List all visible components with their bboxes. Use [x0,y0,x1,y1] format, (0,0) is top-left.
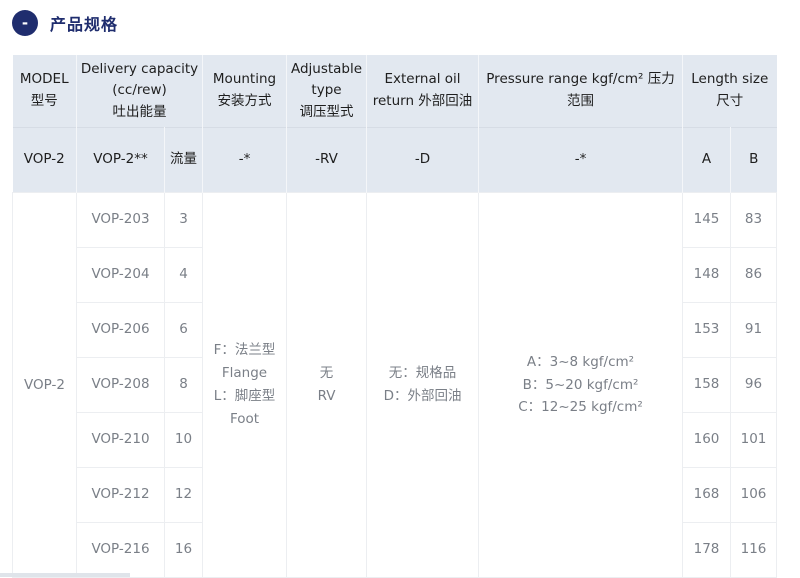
row-length-a: 168 [682,467,732,523]
body-adjustable: 无 RV [286,192,368,578]
row-length-b: 106 [730,467,778,523]
code-model: VOP-2 [12,127,77,193]
section-header: - 产品规格 [12,9,118,37]
row-flow: 6 [163,302,204,358]
row-length-b: 91 [730,302,778,358]
row-flow: 4 [163,247,204,303]
header-mounting: Mounting 安装方式 [202,55,288,128]
body-mounting: F：法兰型 Flange L：脚座型 Foot [202,192,288,578]
code-length-a: A [682,127,732,193]
row-flow: 16 [163,522,204,578]
row-length-a: 178 [682,522,732,578]
row-length-a: 160 [682,412,732,468]
row-code: VOP-210 [76,412,165,468]
code-external: -D [366,127,480,193]
row-length-b: 96 [730,357,778,413]
header-row: MODEL 型号 Delivery capacity (cc/rew) 吐出能量… [12,55,777,128]
spec-table: MODEL 型号 Delivery capacity (cc/rew) 吐出能量… [12,55,778,578]
row-length-b: 101 [730,412,778,468]
body-model: VOP-2 [12,192,77,578]
row-length-a: 158 [682,357,732,413]
row-length-b: 83 [730,192,778,248]
code-mounting: -* [202,127,288,193]
code-length-b: B [730,127,777,193]
row-flow: 12 [163,467,204,523]
header-length-size: Length size 尺寸 [682,55,777,128]
horizontal-scrollbar[interactable] [0,573,130,577]
header-pressure-range: Pressure range kgf/cm² 压力 范围 [478,55,684,128]
row-length-a: 153 [682,302,732,358]
body-external: 无：规格品 D：外部回油 [366,192,480,578]
row-code: VOP-212 [76,467,165,523]
row-length-a: 148 [682,247,732,303]
row-length-b: 86 [730,247,778,303]
collapse-badge-icon[interactable]: - [12,10,38,36]
row-code: VOP-204 [76,247,165,303]
header-external-oil-return: External oil return 外部回油 [366,55,480,128]
row-flow: 3 [163,192,204,248]
row-code: VOP-216 [76,522,165,578]
header-adjustable-type: Adjustable type 调压型式 [286,55,368,128]
code-row: VOP-2 VOP-2** 流量 -* -RV -D -* A B [12,127,777,193]
row-code: VOP-206 [76,302,165,358]
code-delivery: VOP-2** [76,127,165,193]
row-code: VOP-203 [76,192,165,248]
section-title: 产品规格 [50,15,119,34]
row-length-a: 145 [682,192,732,248]
header-model: MODEL 型号 [12,55,77,128]
row-code: VOP-208 [76,357,165,413]
row-flow: 8 [163,357,204,413]
body-pressure: A：3~8 kgf/cm² B：5~20 kgf/cm² C：12~25 kgf… [478,192,684,578]
header-delivery-capacity: Delivery capacity (cc/rew) 吐出能量 [76,55,204,128]
code-flow: 流量 [164,127,204,193]
row-flow: 10 [163,412,204,468]
table-row: VOP-2 VOP-203 3 F：法兰型 Flange L：脚座型 Foot … [12,192,778,578]
code-adjustable: -RV [286,127,368,193]
code-pressure: -* [478,127,684,193]
row-length-b: 116 [730,522,778,578]
